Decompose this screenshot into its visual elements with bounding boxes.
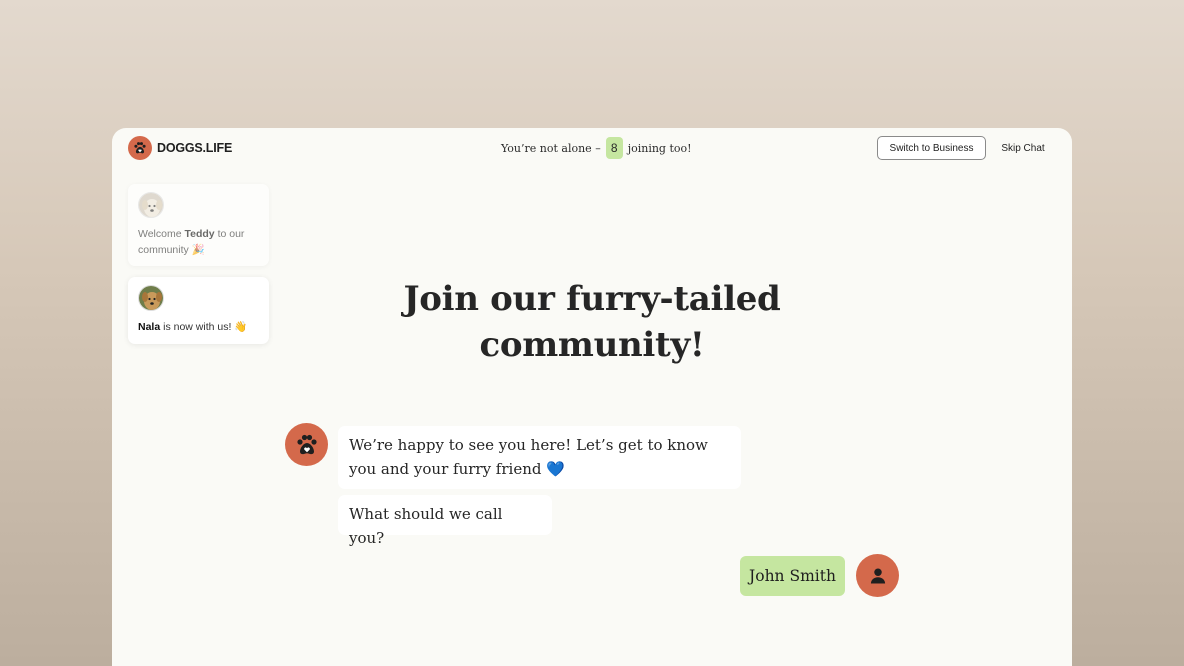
notice-suffix: joining too! xyxy=(627,141,692,155)
app-window: DOGGS.LIFE You’re not alone – 8 joining … xyxy=(112,128,1072,666)
feed-dog-name: Nala xyxy=(138,321,161,333)
dog-avatar-icon xyxy=(138,192,164,218)
brand[interactable]: DOGGS.LIFE xyxy=(128,136,232,160)
skip-chat-button[interactable]: Skip Chat xyxy=(995,136,1051,160)
brand-name: DOGGS.LIFE xyxy=(157,141,233,155)
feed-text: Nala is now with us! 👋 xyxy=(138,319,259,335)
feed-card-teddy: Welcome Teddy to our community 🎉 xyxy=(128,184,269,266)
top-bar: DOGGS.LIFE You’re not alone – 8 joining … xyxy=(112,128,1072,170)
joining-notice: You’re not alone – 8 joining too! xyxy=(501,137,692,159)
switch-to-business-button[interactable]: Switch to Business xyxy=(877,136,986,160)
feed-text: Welcome Teddy to our community 🎉 xyxy=(138,226,259,258)
notice-prefix: You’re not alone – xyxy=(501,141,601,155)
feed-suffix: is now with us! 👋 xyxy=(160,321,248,333)
page-headline: Join our furry-tailed community! xyxy=(403,279,781,365)
user-icon xyxy=(870,568,885,583)
user-avatar xyxy=(856,554,899,597)
joining-count-badge: 8 xyxy=(605,137,623,159)
paw-icon xyxy=(296,434,317,454)
feed-card-nala: Nala is now with us! 👋 xyxy=(128,277,269,344)
bot-message: What should we call you? xyxy=(338,495,552,547)
dog-avatar-icon xyxy=(138,285,164,311)
feed-prefix: Welcome xyxy=(138,228,185,240)
user-reply-bubble[interactable]: John Smith xyxy=(740,556,845,596)
paw-icon xyxy=(128,136,152,160)
bot-message: We’re happy to see you here! Let’s get t… xyxy=(338,426,741,489)
bot-avatar xyxy=(285,423,328,466)
feed-dog-name: Teddy xyxy=(184,228,215,240)
